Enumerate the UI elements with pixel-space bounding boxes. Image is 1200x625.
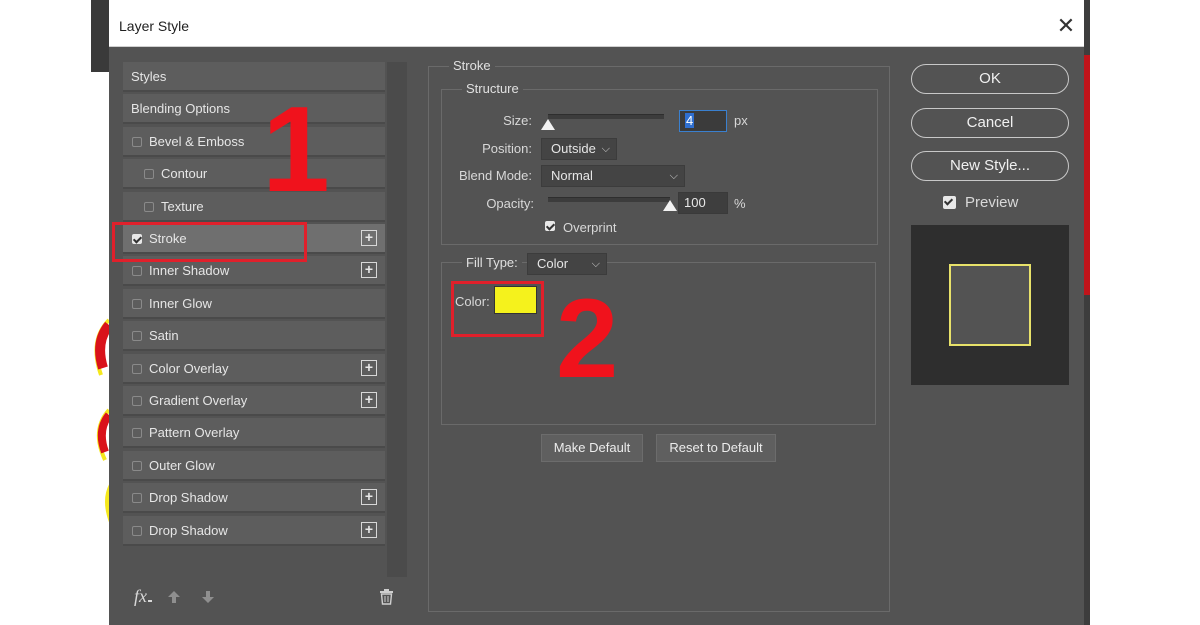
style-item-inner-glow[interactable]: Inner Glow bbox=[123, 289, 385, 319]
style-item-pattern-overlay[interactable]: Pattern Overlay bbox=[123, 418, 385, 448]
add-effect-plus-icon[interactable]: + bbox=[361, 392, 377, 408]
style-item-label: Drop Shadow bbox=[149, 523, 228, 538]
style-item-label: Pattern Overlay bbox=[149, 425, 240, 440]
style-item-checkbox[interactable] bbox=[132, 299, 142, 309]
cancel-button[interactable]: Cancel bbox=[911, 108, 1069, 138]
size-slider-track[interactable] bbox=[548, 114, 664, 119]
style-item-color-overlay[interactable]: Color Overlay + bbox=[123, 354, 385, 384]
style-item-gradient-overlay[interactable]: Gradient Overlay + bbox=[123, 386, 385, 416]
close-icon[interactable]: ✕ bbox=[1053, 12, 1079, 40]
preview-checkbox[interactable] bbox=[943, 196, 956, 209]
style-item-label: Satin bbox=[149, 328, 179, 343]
fx-icon-dot bbox=[148, 600, 152, 602]
opacity-value: 100 bbox=[684, 195, 706, 210]
arrow-up-icon[interactable] bbox=[167, 590, 181, 604]
opacity-slider-thumb[interactable] bbox=[663, 200, 677, 211]
overprint-label: Overprint bbox=[563, 220, 617, 235]
background-window-edge bbox=[91, 0, 109, 72]
style-item-texture[interactable]: Texture bbox=[123, 192, 385, 222]
background-red-strip bbox=[1084, 55, 1090, 295]
size-label: Size: bbox=[503, 113, 532, 128]
fx-icon[interactable]: fx bbox=[134, 586, 147, 607]
style-item-checkbox[interactable] bbox=[132, 364, 142, 374]
preview-panel bbox=[911, 225, 1069, 385]
fill-type-dropdown[interactable]: Color ⌵ bbox=[527, 253, 607, 275]
style-item-checkbox[interactable] bbox=[132, 266, 142, 276]
add-effect-plus-icon[interactable]: + bbox=[361, 262, 377, 278]
chevron-down-icon: ⌵ bbox=[591, 258, 600, 270]
blend-mode-value: Normal bbox=[551, 168, 593, 183]
style-item-checkbox[interactable] bbox=[144, 202, 154, 212]
dialog-title: Layer Style bbox=[119, 18, 190, 34]
style-item-contour[interactable]: Contour bbox=[123, 159, 385, 189]
opacity-label: Opacity: bbox=[486, 196, 534, 211]
style-item-drop-shadow[interactable]: Drop Shadow + bbox=[123, 516, 385, 546]
new-style-button[interactable]: New Style... bbox=[911, 151, 1069, 181]
fill-type-value: Color bbox=[537, 256, 569, 271]
style-item-label: Styles bbox=[131, 69, 167, 84]
annotation-number-2: 2 bbox=[556, 276, 619, 401]
annotation-box-color bbox=[451, 281, 544, 337]
ok-button[interactable]: OK bbox=[911, 64, 1069, 94]
position-value: Outside bbox=[551, 141, 596, 156]
style-item-checkbox[interactable] bbox=[132, 493, 142, 503]
style-item-checkbox[interactable] bbox=[132, 396, 142, 406]
reset-to-default-button[interactable]: Reset to Default bbox=[656, 434, 776, 462]
style-item-label: Bevel & Emboss bbox=[149, 134, 245, 149]
blend-mode-label: Blend Mode: bbox=[459, 168, 532, 183]
opacity-input[interactable]: 100 bbox=[678, 192, 728, 214]
style-item-satin[interactable]: Satin bbox=[123, 321, 385, 351]
style-item-bevel-emboss[interactable]: Bevel & Emboss bbox=[123, 127, 385, 157]
background-stroke-shapes bbox=[94, 318, 111, 523]
size-slider-thumb[interactable] bbox=[541, 119, 555, 130]
style-item-label: Color Overlay bbox=[149, 361, 229, 376]
overprint-checkbox[interactable] bbox=[545, 221, 555, 231]
opacity-unit: % bbox=[734, 196, 746, 211]
annotation-number-1: 1 bbox=[262, 81, 330, 217]
style-item-blending-options[interactable]: Blending Options bbox=[123, 94, 385, 124]
preview-label: Preview bbox=[965, 194, 1019, 211]
style-item-styles[interactable]: Styles bbox=[123, 62, 385, 92]
add-effect-plus-icon[interactable]: + bbox=[361, 489, 377, 505]
styles-list-scrollbar[interactable] bbox=[387, 62, 407, 577]
style-item-checkbox[interactable] bbox=[132, 461, 142, 471]
structure-group-title: Structure bbox=[462, 81, 523, 96]
size-input[interactable]: 4 bbox=[679, 110, 727, 132]
style-item-label: Contour bbox=[161, 166, 208, 181]
preview-thumbnail bbox=[949, 264, 1031, 346]
trash-icon[interactable] bbox=[379, 589, 394, 605]
style-item-checkbox[interactable] bbox=[132, 137, 142, 147]
blend-mode-dropdown[interactable]: Normal ⌵ bbox=[541, 165, 685, 187]
style-item-label: Inner Glow bbox=[149, 296, 212, 311]
arrow-down-icon[interactable] bbox=[201, 590, 215, 604]
style-item-checkbox[interactable] bbox=[132, 526, 142, 536]
style-item-checkbox[interactable] bbox=[132, 428, 142, 438]
position-label: Position: bbox=[482, 141, 532, 156]
style-item-label: Gradient Overlay bbox=[149, 393, 248, 408]
style-item-checkbox[interactable] bbox=[132, 331, 142, 341]
add-effect-plus-icon[interactable]: + bbox=[361, 522, 377, 538]
style-item-label: Drop Shadow bbox=[149, 490, 228, 505]
dialog-titlebar: Layer Style ✕ bbox=[109, 8, 1084, 47]
chevron-down-icon: ⌵ bbox=[601, 143, 610, 155]
annotation-box-stroke bbox=[112, 222, 307, 262]
size-value: 4 bbox=[685, 113, 695, 128]
style-item-label: Outer Glow bbox=[149, 458, 215, 473]
chevron-down-icon: ⌵ bbox=[669, 170, 678, 182]
style-item-checkbox[interactable] bbox=[144, 169, 154, 179]
make-default-button[interactable]: Make Default bbox=[541, 434, 643, 462]
style-item-outer-glow[interactable]: Outer Glow bbox=[123, 451, 385, 481]
style-item-label: Blending Options bbox=[131, 101, 231, 116]
position-dropdown[interactable]: Outside ⌵ bbox=[541, 138, 617, 160]
size-unit: px bbox=[734, 113, 748, 128]
style-item-drop-shadow[interactable]: Drop Shadow + bbox=[123, 483, 385, 513]
style-item-label: Texture bbox=[161, 199, 204, 214]
fill-type-label: Fill Type: bbox=[462, 255, 522, 270]
add-effect-plus-icon[interactable]: + bbox=[361, 230, 377, 246]
opacity-slider-track[interactable] bbox=[548, 197, 670, 202]
stroke-group-title: Stroke bbox=[449, 58, 495, 73]
add-effect-plus-icon[interactable]: + bbox=[361, 360, 377, 376]
